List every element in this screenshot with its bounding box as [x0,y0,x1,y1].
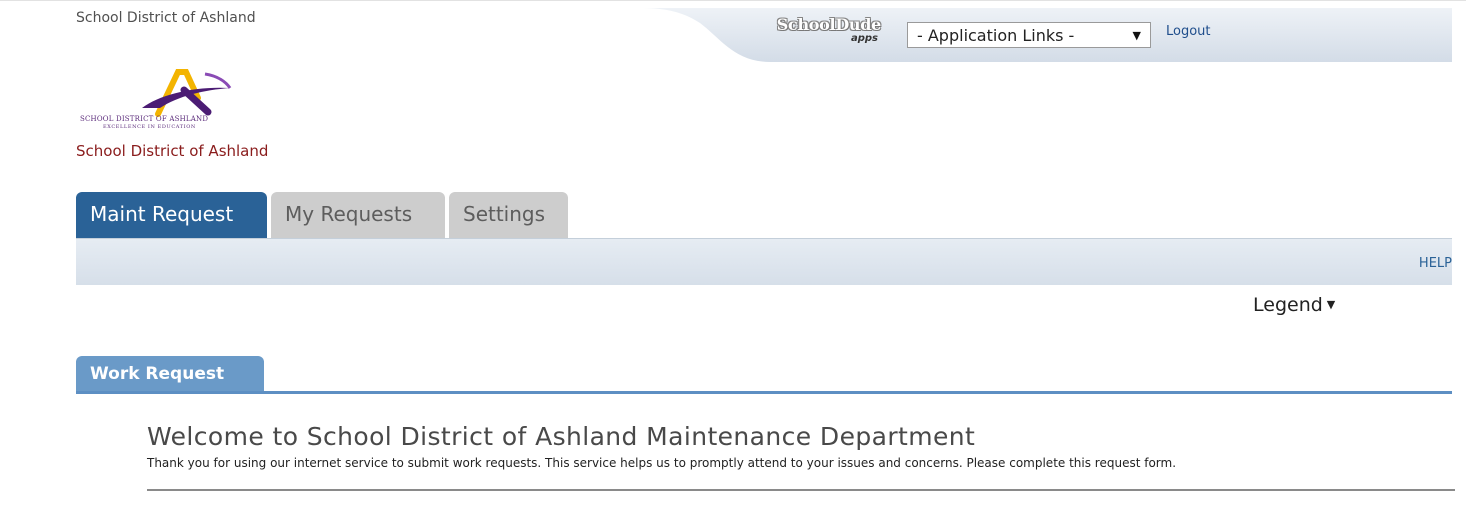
caret-down-icon: ▼ [1326,298,1336,311]
logo-wordmark: SCHOOL DISTRICT OF ASHLAND [80,115,209,123]
legend-label: Legend [1253,294,1323,316]
application-links-value: - Application Links - [917,26,1075,45]
legend-dropdown[interactable]: Legend ▼ [1253,294,1335,316]
help-link[interactable]: HELP [1419,256,1452,271]
brand-name: SchoolDude [776,15,882,34]
intro-text: Thank you for using our internet service… [147,456,1177,470]
brand-sub: apps [850,33,878,44]
top-border [0,0,1466,1]
tab-settings[interactable]: Settings [449,192,568,238]
welcome-title: Welcome to School District of Ashland Ma… [147,422,976,451]
schooldude-apps-logo: SchoolDude apps [749,15,882,56]
tab-maint-request[interactable]: Maint Request [76,192,267,238]
toolbar: HELP [76,238,1452,285]
chevron-down-icon: ▼ [1132,29,1141,42]
application-links-select[interactable]: - Application Links - ▼ [907,22,1151,48]
divider [147,489,1455,491]
work-request-underline [76,391,1452,394]
district-name-header: School District of Ashland [76,10,256,26]
tab-work-request[interactable]: Work Request [76,356,264,393]
district-title: School District of Ashland [76,142,269,160]
logo-tagline: EXCELLENCE IN EDUCATION [103,124,196,130]
logout-link[interactable]: Logout [1166,24,1211,39]
tab-my-requests[interactable]: My Requests [271,192,445,238]
